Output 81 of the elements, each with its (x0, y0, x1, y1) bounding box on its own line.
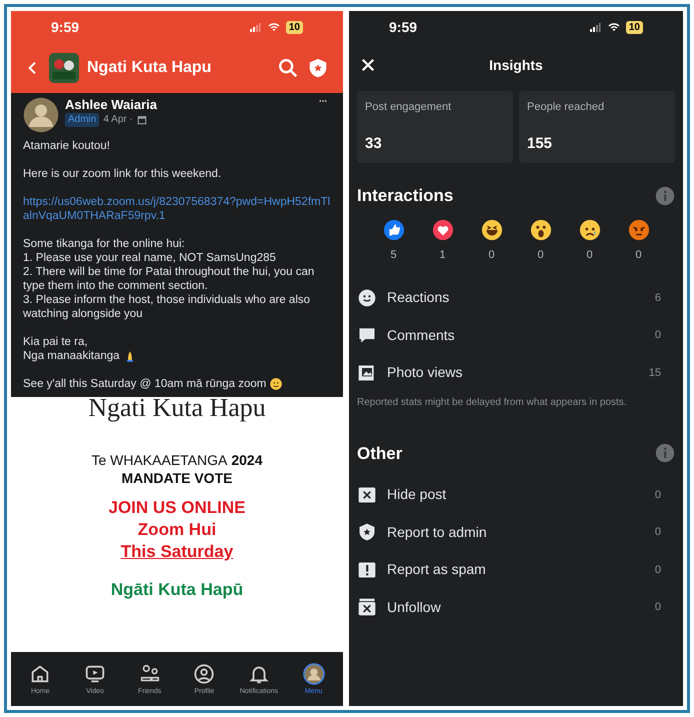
row-value: 0 (654, 562, 662, 578)
row-value: 0 (654, 600, 662, 615)
author-name: Ashlee Waiaria (65, 97, 158, 113)
close-icon[interactable] (359, 56, 377, 74)
reaction-count: 0 (635, 248, 642, 262)
calendar-icon (136, 115, 147, 125)
exclamation-icon (357, 560, 377, 580)
smiley-icon (269, 377, 284, 391)
sad-face-icon (578, 218, 600, 240)
surprised-face-icon (530, 218, 552, 240)
poster-text: This Saturday (120, 541, 234, 563)
reaction-count: 0 (537, 248, 544, 262)
post-text: See y'all this Saturday @ 10am mā rūnga zoom (23, 377, 266, 391)
row-label: Photo views (387, 363, 464, 382)
x-square-icon (357, 484, 377, 505)
status-time: 9:59 (389, 18, 418, 36)
poster-heading: Ngati Kuta Hapu (88, 397, 266, 421)
reaction-count: 5 (390, 248, 397, 262)
row-label: Comments (387, 326, 456, 345)
post-date: 4 Apr · (103, 113, 133, 127)
screen-title: Insights (488, 56, 544, 75)
post-text: Nga manaakitanga (23, 349, 120, 363)
poster-text: Te WHAKAAETANGA (91, 451, 228, 469)
status-time: 9:59 (51, 18, 80, 36)
admin-badge: Admin (65, 113, 100, 127)
row-label: Unfollow (387, 598, 442, 617)
shield-icon (357, 522, 377, 542)
row-value: 0 (654, 328, 662, 343)
search-icon[interactable] (277, 57, 299, 79)
shield-icon[interactable] (307, 57, 329, 79)
row-label: Hide post (387, 485, 448, 504)
footnote: Reported stats might be delayed from what appears in posts. (356, 396, 628, 408)
like-reaction-icon (382, 218, 404, 240)
battery-indicator: 10 (286, 20, 303, 34)
row-label: Report to admin (387, 522, 488, 542)
wifi-icon (606, 21, 621, 33)
post-text: 3. Please inform the host, those individuals who are also watching alongside you (23, 293, 312, 321)
heart-reaction-icon (432, 218, 454, 240)
row-value: 6 (654, 290, 662, 306)
poster-text: Zoom Hui (138, 519, 216, 541)
post-text: Atamarie koutou! (23, 139, 110, 153)
group-avatar-icon (49, 53, 79, 83)
post-text: Kia pai te ra, (23, 335, 88, 349)
stat-value: 33 (365, 134, 383, 154)
zoom-link[interactable]: https://us06web.zoom.us/j/82307568374?pwd=HwpH52fmTlalnVqaUM0THARaF59rpv.1 (23, 195, 331, 223)
stat-label: People reached (527, 100, 606, 115)
reaction-count: 1 (439, 248, 446, 262)
row-value: 0 (654, 488, 662, 502)
wifi-icon (266, 21, 281, 33)
battery-indicator: 10 (626, 20, 643, 34)
post-text: Some tikanga for the online hui: (23, 237, 185, 251)
section-heading: Interactions (357, 185, 454, 207)
info-icon[interactable] (655, 186, 675, 206)
stat-label: Post engagement (365, 100, 452, 115)
row-value: 15 (648, 366, 662, 380)
row-value: 0 (654, 525, 662, 540)
unfollow-icon (357, 597, 377, 618)
group-title: Ngati Kuta Hapu (87, 58, 212, 78)
post-text: Here is our zoom link for this weekend. (23, 167, 222, 181)
smiley-icon (357, 288, 377, 308)
profile-icon (193, 662, 216, 684)
stat-value: 155 (527, 134, 554, 154)
avatar-icon (23, 97, 59, 133)
signal-icon (248, 21, 262, 33)
poster-text: 2024 (231, 451, 263, 469)
section-heading: Other (357, 442, 402, 464)
poster-text: MANDATE VOTE (122, 469, 232, 487)
angry-face-icon (628, 218, 650, 240)
reaction-count: 0 (488, 248, 495, 262)
signal-icon (588, 21, 602, 33)
row-label: Report as spam (387, 560, 487, 580)
post-text: 1. Please use your real name, NOT SamsUng285 (23, 251, 276, 265)
laughing-face-icon (480, 218, 502, 240)
info-icon[interactable] (655, 443, 675, 464)
poster-text: Ngāti Kuta Hapū (110, 579, 244, 601)
reaction-count: 0 (586, 248, 593, 262)
home-icon (29, 662, 52, 684)
row-label: Reactions (387, 288, 450, 308)
poster-text: JOIN US ONLINE (108, 497, 246, 519)
post-text: 2. There will be time for Patai throughout the hui, you can type them into the comment section. (23, 265, 316, 293)
avatar-icon (302, 662, 325, 684)
